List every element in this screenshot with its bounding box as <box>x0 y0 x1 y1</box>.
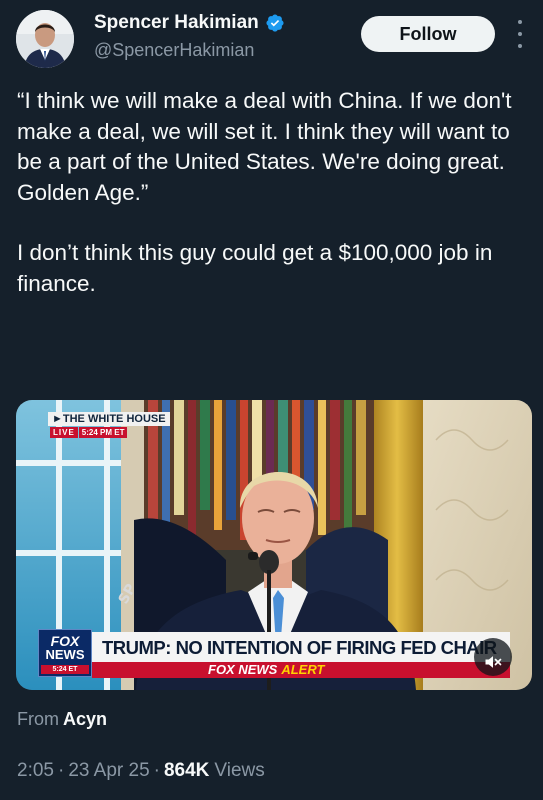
alert-brand: FOX NEWS <box>208 662 278 677</box>
fox-bug-top-text: FOX <box>50 633 80 649</box>
chyron-source-label: ►THE WHITE HOUSE <box>48 412 170 426</box>
source-attribution: From Acyn <box>17 709 107 730</box>
views-label: Views <box>214 760 265 781</box>
display-name[interactable]: Spencer Hakimian <box>94 12 259 34</box>
avatar-image <box>16 10 74 68</box>
author-name-row: Spencer Hakimian <box>94 12 285 34</box>
author-handle[interactable]: @SpencerHakimian <box>94 40 254 61</box>
chyron-headline-bar: TRUMP: NO INTENTION OF FIRING FED CHAIR <box>92 632 510 662</box>
tweet-header: Spencer Hakimian @SpencerHakimian Follow <box>0 0 543 80</box>
live-time: 5:24 PM ET <box>78 427 128 438</box>
chyron-headline: TRUMP: NO INTENTION OF FIRING FED CHAIR <box>102 637 497 658</box>
chyron-alert: FOX NEWS ALERT <box>208 662 324 678</box>
avatar[interactable] <box>16 10 74 68</box>
tweet-date[interactable]: 23 Apr 25 <box>68 760 149 781</box>
meta-separator: · <box>57 760 65 781</box>
alert-word: ALERT <box>281 662 325 677</box>
views-count: 864K <box>163 760 210 781</box>
tweet-paragraph-quote: “I think we will make a deal with China.… <box>17 88 512 205</box>
more-vertical-icon[interactable] <box>512 20 528 48</box>
mute-button[interactable] <box>474 638 512 676</box>
verified-badge-icon <box>265 13 285 33</box>
chyron-alert-bar: FOX NEWS ALERT <box>92 662 510 678</box>
fox-news-logo: FOX NEWS 5:24 ET <box>38 629 92 677</box>
fox-bug-time: 5:24 ET <box>41 665 89 674</box>
tweet-text: “I think we will make a deal with China.… <box>17 86 532 299</box>
meta-separator: · <box>153 760 160 781</box>
speaker-muted-icon <box>485 655 502 668</box>
video-player[interactable]: SP ►THE WHITE HOUSE LIVE 5:24 PM ET FOX … <box>16 400 532 690</box>
source-prefix: From <box>17 709 59 729</box>
source-name-link[interactable]: Acyn <box>63 709 107 729</box>
tweet-paragraph-comment: I don’t think this guy could get a $100,… <box>17 240 493 296</box>
chyron-live-row: LIVE 5:24 PM ET <box>50 427 128 438</box>
live-badge: LIVE <box>50 427 78 438</box>
follow-button[interactable]: Follow <box>361 16 495 52</box>
tweet-time[interactable]: 2:05 <box>17 760 54 781</box>
fox-bug-bottom-text: NEWS <box>45 647 85 662</box>
tweet-meta: 2:05 · 23 Apr 25 · 864K Views <box>17 760 265 782</box>
